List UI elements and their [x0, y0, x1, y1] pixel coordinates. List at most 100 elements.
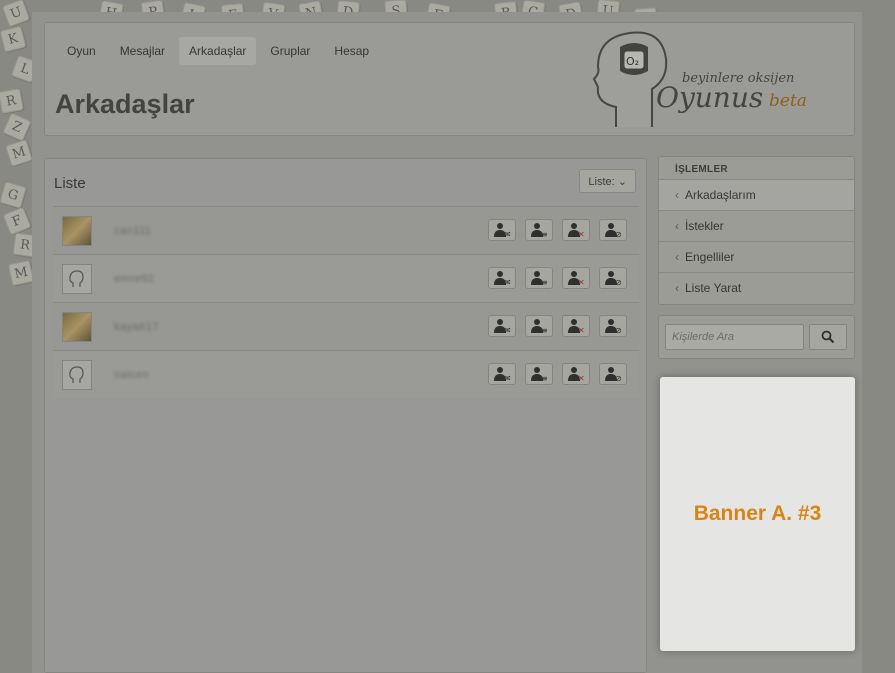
svg-text:✕: ✕ [578, 326, 585, 334]
svg-text:≡: ≡ [541, 278, 548, 286]
block-friend-icon: ⊘ [605, 319, 622, 334]
sidebar-item-arkadaslarim[interactable]: ‹ Arkadaşlarım [659, 179, 854, 210]
default-avatar-icon[interactable] [62, 263, 92, 294]
chevron-left-icon: ‹ [675, 281, 679, 295]
block-friend-button[interactable]: ⊘ [599, 267, 627, 289]
user-photo-icon[interactable] [62, 311, 92, 342]
remove-friend-button[interactable]: ✕ [562, 219, 590, 241]
search-icon [821, 330, 835, 344]
friend-profile-icon: ≡ [531, 367, 548, 382]
chevron-left-icon: ‹ [675, 250, 679, 264]
remove-friend-button[interactable]: ✕ [562, 315, 590, 337]
block-friend-button[interactable]: ⊘ [599, 315, 627, 337]
sidebar-item-liste-yarat[interactable]: ‹ Liste Yarat [659, 272, 854, 303]
block-friend-icon: ⊘ [605, 271, 622, 286]
message-friend-icon: ✉ [494, 271, 511, 286]
main-nav: Oyun Mesajlar Arkadaşlar Gruplar Hesap [57, 37, 379, 65]
search-button[interactable] [809, 324, 847, 350]
block-friend-button[interactable]: ⊘ [599, 219, 627, 241]
sidebar-item-label: Liste Yarat [685, 281, 742, 295]
svg-text:≡: ≡ [541, 374, 548, 382]
sidebar-heading: İŞLEMLER [675, 164, 728, 175]
friends-list-panel: Liste Liste: ⌄ can111 ✉ ≡ ✕ ⊘ emre92 ✉ ≡ ✕ ⊘ kaya6… [44, 158, 647, 673]
letter-tile: M [5, 139, 33, 167]
svg-text:✕: ✕ [578, 230, 585, 238]
message-friend-icon: ✉ [494, 367, 511, 382]
svg-text:✕: ✕ [578, 374, 585, 382]
search-input[interactable] [665, 324, 804, 350]
letter-tile: U [1, 0, 31, 28]
ad-banner[interactable]: Banner A. #3 [660, 377, 855, 651]
user-photo-icon[interactable] [62, 215, 92, 246]
sidebar-item-label: Engelliler [685, 250, 735, 264]
message-friend-button[interactable]: ✉ [488, 315, 516, 337]
chevron-left-icon: ‹ [675, 188, 679, 202]
remove-friend-button[interactable]: ✕ [562, 363, 590, 385]
svg-text:✉: ✉ [504, 230, 511, 238]
remove-friend-icon: ✕ [568, 223, 585, 238]
sidebar-item-label: Arkadaşlarım [685, 188, 756, 202]
default-avatar-icon[interactable] [62, 359, 92, 390]
friend-username[interactable]: kaya617 [114, 321, 159, 333]
svg-text:⊘: ⊘ [615, 278, 622, 286]
sidebar-item-istekler[interactable]: ‹ İstekler [659, 210, 854, 241]
message-friend-button[interactable]: ✉ [488, 363, 516, 385]
page-title: Arkadaşlar [55, 89, 195, 119]
svg-text:⊘: ⊘ [615, 326, 622, 334]
svg-text:≡: ≡ [541, 326, 548, 334]
people-search [658, 315, 855, 359]
list-dropdown-button[interactable]: Liste: ⌄ [579, 169, 636, 193]
svg-text:≡: ≡ [541, 230, 548, 238]
block-friend-icon: ⊘ [605, 367, 622, 382]
friend-username[interactable]: can111 [114, 225, 151, 237]
friend-profile-button[interactable]: ≡ [525, 315, 553, 337]
row-actions: ✉ ≡ ✕ ⊘ [488, 363, 627, 385]
friend-username[interactable]: emre92 [114, 273, 154, 285]
nav-oyun[interactable]: Oyun [57, 37, 106, 65]
letter-tile: G [0, 181, 27, 209]
panel-title: Liste [54, 175, 86, 192]
table-row[interactable]: kaya617 ✉ ≡ ✕ ⊘ [53, 302, 639, 350]
friend-profile-icon: ≡ [531, 271, 548, 286]
logo-name: Oyunus [656, 81, 764, 114]
block-friend-button[interactable]: ⊘ [599, 363, 627, 385]
row-actions: ✉ ≡ ✕ ⊘ [488, 219, 627, 241]
table-row[interactable]: nalcen ✉ ≡ ✕ ⊘ [53, 350, 639, 398]
nav-gruplar[interactable]: Gruplar [260, 37, 320, 65]
svg-text:✉: ✉ [504, 374, 511, 382]
friend-profile-icon: ≡ [531, 223, 548, 238]
block-friend-icon: ⊘ [605, 223, 622, 238]
site-logo[interactable]: O₂ beyinlere oksijen Oyunus beta [586, 27, 836, 131]
nav-arkadaslar[interactable]: Arkadaşlar [179, 37, 257, 65]
row-actions: ✉ ≡ ✕ ⊘ [488, 267, 627, 289]
remove-friend-icon: ✕ [568, 367, 585, 382]
letter-tile: Z [2, 112, 32, 142]
sidebar-item-label: İstekler [685, 219, 724, 233]
remove-friend-button[interactable]: ✕ [562, 267, 590, 289]
site-header: Oyun Mesajlar Arkadaşlar Gruplar Hesap A… [44, 22, 855, 136]
svg-text:✕: ✕ [578, 278, 585, 286]
message-friend-button[interactable]: ✉ [488, 219, 516, 241]
svg-text:✉: ✉ [504, 278, 511, 286]
svg-text:⊘: ⊘ [615, 230, 622, 238]
sidebar-item-engelliler[interactable]: ‹ Engelliler [659, 241, 854, 272]
friend-username[interactable]: nalcen [114, 369, 149, 381]
friend-profile-button[interactable]: ≡ [525, 219, 553, 241]
nav-hesap[interactable]: Hesap [324, 37, 379, 65]
friend-profile-icon: ≡ [531, 319, 548, 334]
head-silhouette-icon: O₂ [592, 31, 668, 127]
friend-profile-button[interactable]: ≡ [525, 363, 553, 385]
actions-sidebar: İŞLEMLER ‹ Arkadaşlarım ‹ İstekler ‹ Eng… [658, 156, 855, 305]
table-row[interactable]: can111 ✉ ≡ ✕ ⊘ [53, 206, 639, 254]
nav-mesajlar[interactable]: Mesajlar [110, 37, 175, 65]
table-row[interactable]: emre92 ✉ ≡ ✕ ⊘ [53, 254, 639, 302]
friend-profile-button[interactable]: ≡ [525, 267, 553, 289]
banner-text: Banner A. #3 [693, 502, 822, 525]
message-friend-button[interactable]: ✉ [488, 267, 516, 289]
remove-friend-icon: ✕ [568, 271, 585, 286]
logo-beta-badge: beta [769, 91, 807, 111]
message-friend-icon: ✉ [494, 319, 511, 334]
message-friend-icon: ✉ [494, 223, 511, 238]
letter-tile: K [0, 25, 27, 53]
row-actions: ✉ ≡ ✕ ⊘ [488, 315, 627, 337]
